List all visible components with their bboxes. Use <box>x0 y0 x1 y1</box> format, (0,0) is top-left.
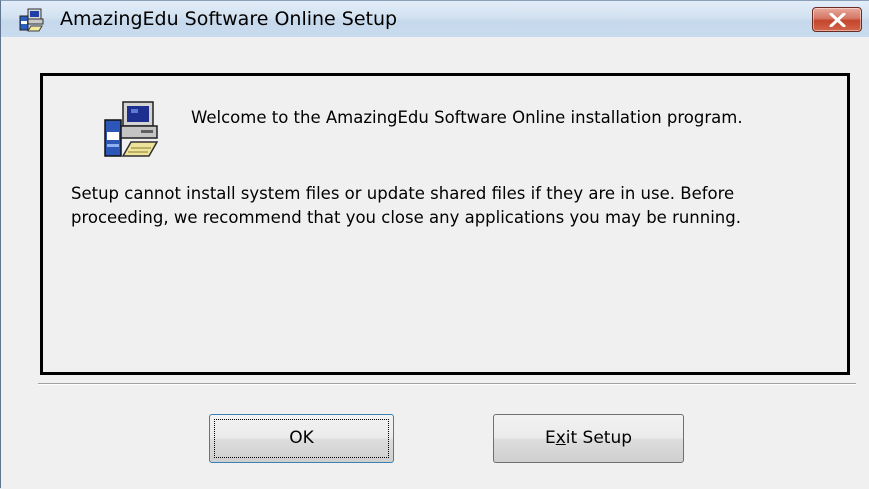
setup-dialog-window: AmazingEdu Software Online Setup Welcome… <box>0 0 869 489</box>
exit-label-prefix: E <box>544 428 556 448</box>
ok-button[interactable]: OK <box>209 414 394 463</box>
computer-setup-icon <box>101 98 165 164</box>
separator-line <box>38 383 856 385</box>
setup-app-icon <box>18 7 46 33</box>
window-title: AmazingEdu Software Online Setup <box>60 8 398 30</box>
dialog-client-area: Welcome to the AmazingEdu Software Onlin… <box>1 37 869 489</box>
exit-setup-button[interactable]: Exit Setup <box>493 414 684 463</box>
title-bar[interactable]: AmazingEdu Software Online Setup <box>1 1 869 37</box>
warning-message: Setup cannot install system files or upd… <box>71 184 741 227</box>
welcome-message: Welcome to the AmazingEdu Software Onlin… <box>191 108 743 127</box>
focus-rectangle <box>214 419 389 458</box>
close-icon <box>829 13 846 27</box>
close-button[interactable] <box>812 7 862 32</box>
exit-label-mnemonic: x <box>555 428 566 448</box>
exit-label-suffix: it Setup <box>565 428 633 448</box>
message-panel: Welcome to the AmazingEdu Software Onlin… <box>40 73 850 375</box>
